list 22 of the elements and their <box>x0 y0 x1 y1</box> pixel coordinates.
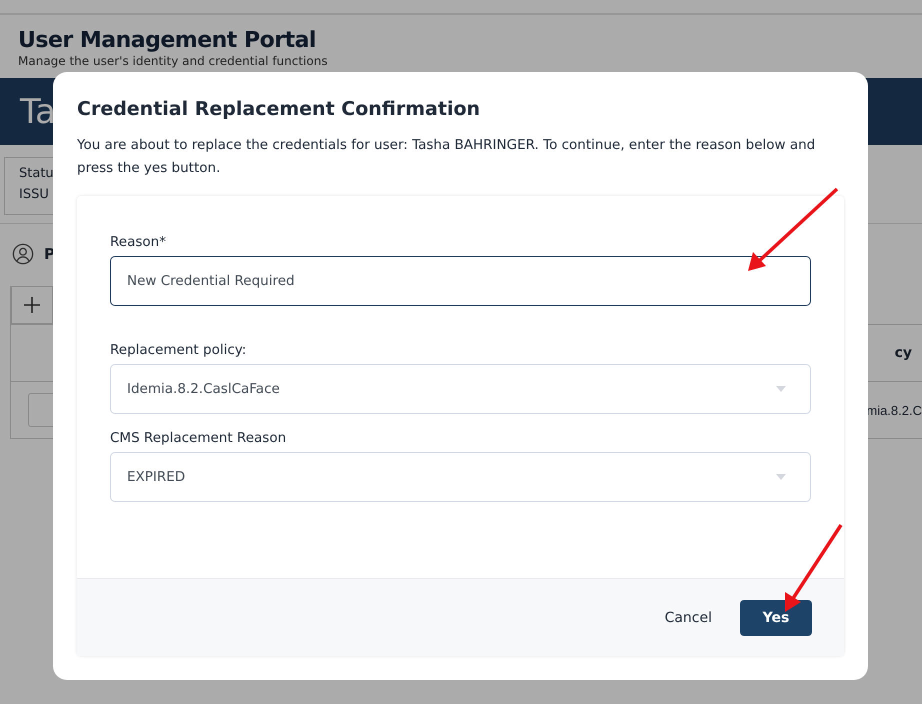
dropdown-field[interactable]: Idemia.8.2.CaslCaFace <box>110 364 811 414</box>
banner-title: Ta <box>20 92 56 132</box>
page-title: User Management Portal <box>18 28 317 53</box>
field-label: Reason* <box>110 234 167 250</box>
page-subtitle: Manage the user's identity and credential functions <box>18 54 329 68</box>
plus-icon <box>22 295 42 315</box>
dialog-message: You are about to replace the credentials for user: Tasha BAHRINGER. To continue, enter the reason below and press the yes button. <box>77 136 816 178</box>
field-label: CMS Replacement Reason <box>110 430 288 446</box>
status-value: ISSU <box>19 187 49 202</box>
caret-icon <box>776 474 786 480</box>
field-label: Replacement policy: <box>110 342 248 358</box>
add-button[interactable] <box>11 286 53 324</box>
table-cell: mia.8.2.C <box>866 402 922 418</box>
cancel-button[interactable]: Cancel <box>658 608 718 626</box>
dropdown-field[interactable]: EXPIRED <box>110 452 811 502</box>
caret-icon <box>776 386 786 392</box>
reason-field[interactable]: New Credential Required <box>110 256 811 306</box>
column-header: cy <box>894 345 912 361</box>
yes-button[interactable]: Yes <box>740 600 812 636</box>
dialog-title: Credential Replacement Confirmation <box>77 98 482 120</box>
user-icon <box>12 243 34 265</box>
status-label: Statu <box>19 166 54 181</box>
